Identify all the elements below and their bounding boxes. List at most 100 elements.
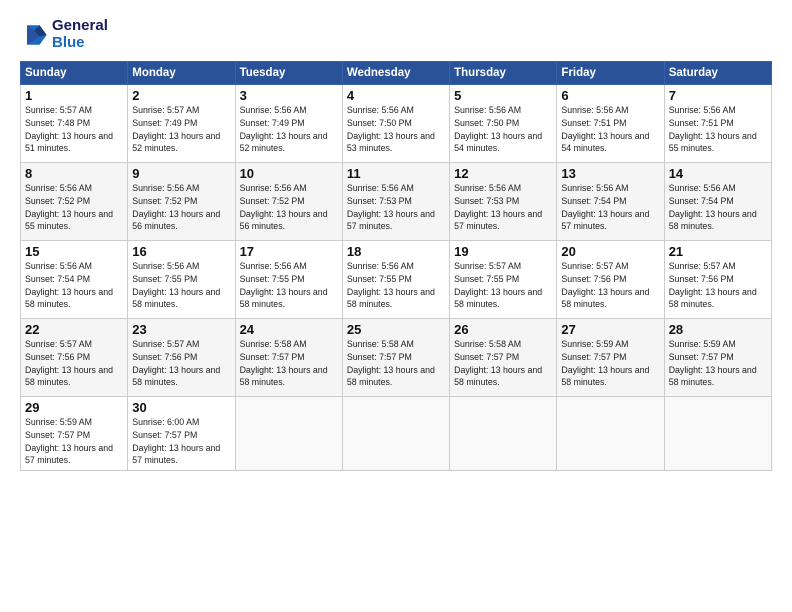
calendar-cell: 13Sunrise: 5:56 AMSunset: 7:54 PMDayligh… — [557, 163, 664, 241]
day-number: 12 — [454, 166, 552, 181]
calendar-cell: 6Sunrise: 5:56 AMSunset: 7:51 PMDaylight… — [557, 85, 664, 163]
calendar-cell — [557, 397, 664, 471]
day-info: Sunrise: 5:57 AMSunset: 7:55 PMDaylight:… — [454, 260, 552, 311]
day-info: Sunrise: 5:58 AMSunset: 7:57 PMDaylight:… — [454, 338, 552, 389]
day-number: 27 — [561, 322, 659, 337]
day-number: 18 — [347, 244, 445, 259]
day-info: Sunrise: 5:57 AMSunset: 7:56 PMDaylight:… — [132, 338, 230, 389]
day-header-thursday: Thursday — [450, 62, 557, 85]
day-info: Sunrise: 5:56 AMSunset: 7:52 PMDaylight:… — [25, 182, 123, 233]
calendar-cell: 26Sunrise: 5:58 AMSunset: 7:57 PMDayligh… — [450, 319, 557, 397]
day-number: 25 — [347, 322, 445, 337]
calendar-cell: 18Sunrise: 5:56 AMSunset: 7:55 PMDayligh… — [342, 241, 449, 319]
day-info: Sunrise: 5:59 AMSunset: 7:57 PMDaylight:… — [669, 338, 767, 389]
day-header-friday: Friday — [557, 62, 664, 85]
day-info: Sunrise: 5:57 AMSunset: 7:48 PMDaylight:… — [25, 104, 123, 155]
week-row-2: 15Sunrise: 5:56 AMSunset: 7:54 PMDayligh… — [21, 241, 772, 319]
day-number: 3 — [240, 88, 338, 103]
day-number: 19 — [454, 244, 552, 259]
calendar-cell: 4Sunrise: 5:56 AMSunset: 7:50 PMDaylight… — [342, 85, 449, 163]
calendar-cell: 14Sunrise: 5:56 AMSunset: 7:54 PMDayligh… — [664, 163, 771, 241]
day-info: Sunrise: 5:56 AMSunset: 7:50 PMDaylight:… — [347, 104, 445, 155]
day-number: 1 — [25, 88, 123, 103]
day-info: Sunrise: 5:59 AMSunset: 7:57 PMDaylight:… — [561, 338, 659, 389]
day-info: Sunrise: 5:58 AMSunset: 7:57 PMDaylight:… — [347, 338, 445, 389]
calendar-cell: 11Sunrise: 5:56 AMSunset: 7:53 PMDayligh… — [342, 163, 449, 241]
calendar-cell: 15Sunrise: 5:56 AMSunset: 7:54 PMDayligh… — [21, 241, 128, 319]
day-header-row: SundayMondayTuesdayWednesdayThursdayFrid… — [21, 62, 772, 85]
logo-text: General Blue — [52, 18, 108, 51]
calendar-cell: 27Sunrise: 5:59 AMSunset: 7:57 PMDayligh… — [557, 319, 664, 397]
day-info: Sunrise: 5:56 AMSunset: 7:55 PMDaylight:… — [132, 260, 230, 311]
day-number: 20 — [561, 244, 659, 259]
calendar-cell: 5Sunrise: 5:56 AMSunset: 7:50 PMDaylight… — [450, 85, 557, 163]
day-info: Sunrise: 5:56 AMSunset: 7:51 PMDaylight:… — [669, 104, 767, 155]
day-number: 30 — [132, 400, 230, 415]
day-number: 5 — [454, 88, 552, 103]
logo: General Blue — [20, 18, 108, 51]
day-info: Sunrise: 5:56 AMSunset: 7:50 PMDaylight:… — [454, 104, 552, 155]
day-info: Sunrise: 5:59 AMSunset: 7:57 PMDaylight:… — [25, 416, 123, 467]
day-number: 13 — [561, 166, 659, 181]
day-info: Sunrise: 5:57 AMSunset: 7:56 PMDaylight:… — [25, 338, 123, 389]
calendar-cell — [664, 397, 771, 471]
day-info: Sunrise: 5:57 AMSunset: 7:56 PMDaylight:… — [561, 260, 659, 311]
day-number: 6 — [561, 88, 659, 103]
calendar-cell: 16Sunrise: 5:56 AMSunset: 7:55 PMDayligh… — [128, 241, 235, 319]
day-header-tuesday: Tuesday — [235, 62, 342, 85]
calendar-cell: 3Sunrise: 5:56 AMSunset: 7:49 PMDaylight… — [235, 85, 342, 163]
day-number: 16 — [132, 244, 230, 259]
day-number: 21 — [669, 244, 767, 259]
calendar-cell: 10Sunrise: 5:56 AMSunset: 7:52 PMDayligh… — [235, 163, 342, 241]
day-header-sunday: Sunday — [21, 62, 128, 85]
week-row-1: 8Sunrise: 5:56 AMSunset: 7:52 PMDaylight… — [21, 163, 772, 241]
day-info: Sunrise: 5:56 AMSunset: 7:49 PMDaylight:… — [240, 104, 338, 155]
calendar-table: SundayMondayTuesdayWednesdayThursdayFrid… — [20, 61, 772, 471]
header: General Blue — [20, 18, 772, 51]
day-number: 28 — [669, 322, 767, 337]
calendar-cell: 17Sunrise: 5:56 AMSunset: 7:55 PMDayligh… — [235, 241, 342, 319]
calendar-cell: 30Sunrise: 6:00 AMSunset: 7:57 PMDayligh… — [128, 397, 235, 471]
calendar-cell: 1Sunrise: 5:57 AMSunset: 7:48 PMDaylight… — [21, 85, 128, 163]
logo-icon — [20, 21, 48, 49]
day-info: Sunrise: 5:58 AMSunset: 7:57 PMDaylight:… — [240, 338, 338, 389]
day-info: Sunrise: 5:56 AMSunset: 7:54 PMDaylight:… — [25, 260, 123, 311]
week-row-0: 1Sunrise: 5:57 AMSunset: 7:48 PMDaylight… — [21, 85, 772, 163]
day-number: 8 — [25, 166, 123, 181]
calendar-cell: 29Sunrise: 5:59 AMSunset: 7:57 PMDayligh… — [21, 397, 128, 471]
day-header-saturday: Saturday — [664, 62, 771, 85]
day-number: 2 — [132, 88, 230, 103]
calendar-cell: 12Sunrise: 5:56 AMSunset: 7:53 PMDayligh… — [450, 163, 557, 241]
day-info: Sunrise: 5:56 AMSunset: 7:53 PMDaylight:… — [454, 182, 552, 233]
day-info: Sunrise: 5:56 AMSunset: 7:54 PMDaylight:… — [561, 182, 659, 233]
week-row-3: 22Sunrise: 5:57 AMSunset: 7:56 PMDayligh… — [21, 319, 772, 397]
day-number: 11 — [347, 166, 445, 181]
day-info: Sunrise: 5:56 AMSunset: 7:55 PMDaylight:… — [347, 260, 445, 311]
day-info: Sunrise: 5:56 AMSunset: 7:52 PMDaylight:… — [132, 182, 230, 233]
day-info: Sunrise: 5:56 AMSunset: 7:54 PMDaylight:… — [669, 182, 767, 233]
day-number: 22 — [25, 322, 123, 337]
calendar-cell: 8Sunrise: 5:56 AMSunset: 7:52 PMDaylight… — [21, 163, 128, 241]
calendar-cell: 21Sunrise: 5:57 AMSunset: 7:56 PMDayligh… — [664, 241, 771, 319]
day-number: 4 — [347, 88, 445, 103]
calendar-cell: 20Sunrise: 5:57 AMSunset: 7:56 PMDayligh… — [557, 241, 664, 319]
calendar-cell: 9Sunrise: 5:56 AMSunset: 7:52 PMDaylight… — [128, 163, 235, 241]
day-info: Sunrise: 5:56 AMSunset: 7:51 PMDaylight:… — [561, 104, 659, 155]
day-number: 10 — [240, 166, 338, 181]
calendar-cell — [450, 397, 557, 471]
day-number: 15 — [25, 244, 123, 259]
day-number: 9 — [132, 166, 230, 181]
day-number: 26 — [454, 322, 552, 337]
calendar-cell — [342, 397, 449, 471]
day-number: 29 — [25, 400, 123, 415]
calendar-cell: 25Sunrise: 5:58 AMSunset: 7:57 PMDayligh… — [342, 319, 449, 397]
day-info: Sunrise: 5:56 AMSunset: 7:52 PMDaylight:… — [240, 182, 338, 233]
day-header-monday: Monday — [128, 62, 235, 85]
calendar-cell: 2Sunrise: 5:57 AMSunset: 7:49 PMDaylight… — [128, 85, 235, 163]
day-number: 14 — [669, 166, 767, 181]
week-row-4: 29Sunrise: 5:59 AMSunset: 7:57 PMDayligh… — [21, 397, 772, 471]
day-info: Sunrise: 5:56 AMSunset: 7:53 PMDaylight:… — [347, 182, 445, 233]
day-info: Sunrise: 6:00 AMSunset: 7:57 PMDaylight:… — [132, 416, 230, 467]
day-info: Sunrise: 5:56 AMSunset: 7:55 PMDaylight:… — [240, 260, 338, 311]
page: General Blue SundayMondayTuesdayWednesda… — [0, 0, 792, 612]
